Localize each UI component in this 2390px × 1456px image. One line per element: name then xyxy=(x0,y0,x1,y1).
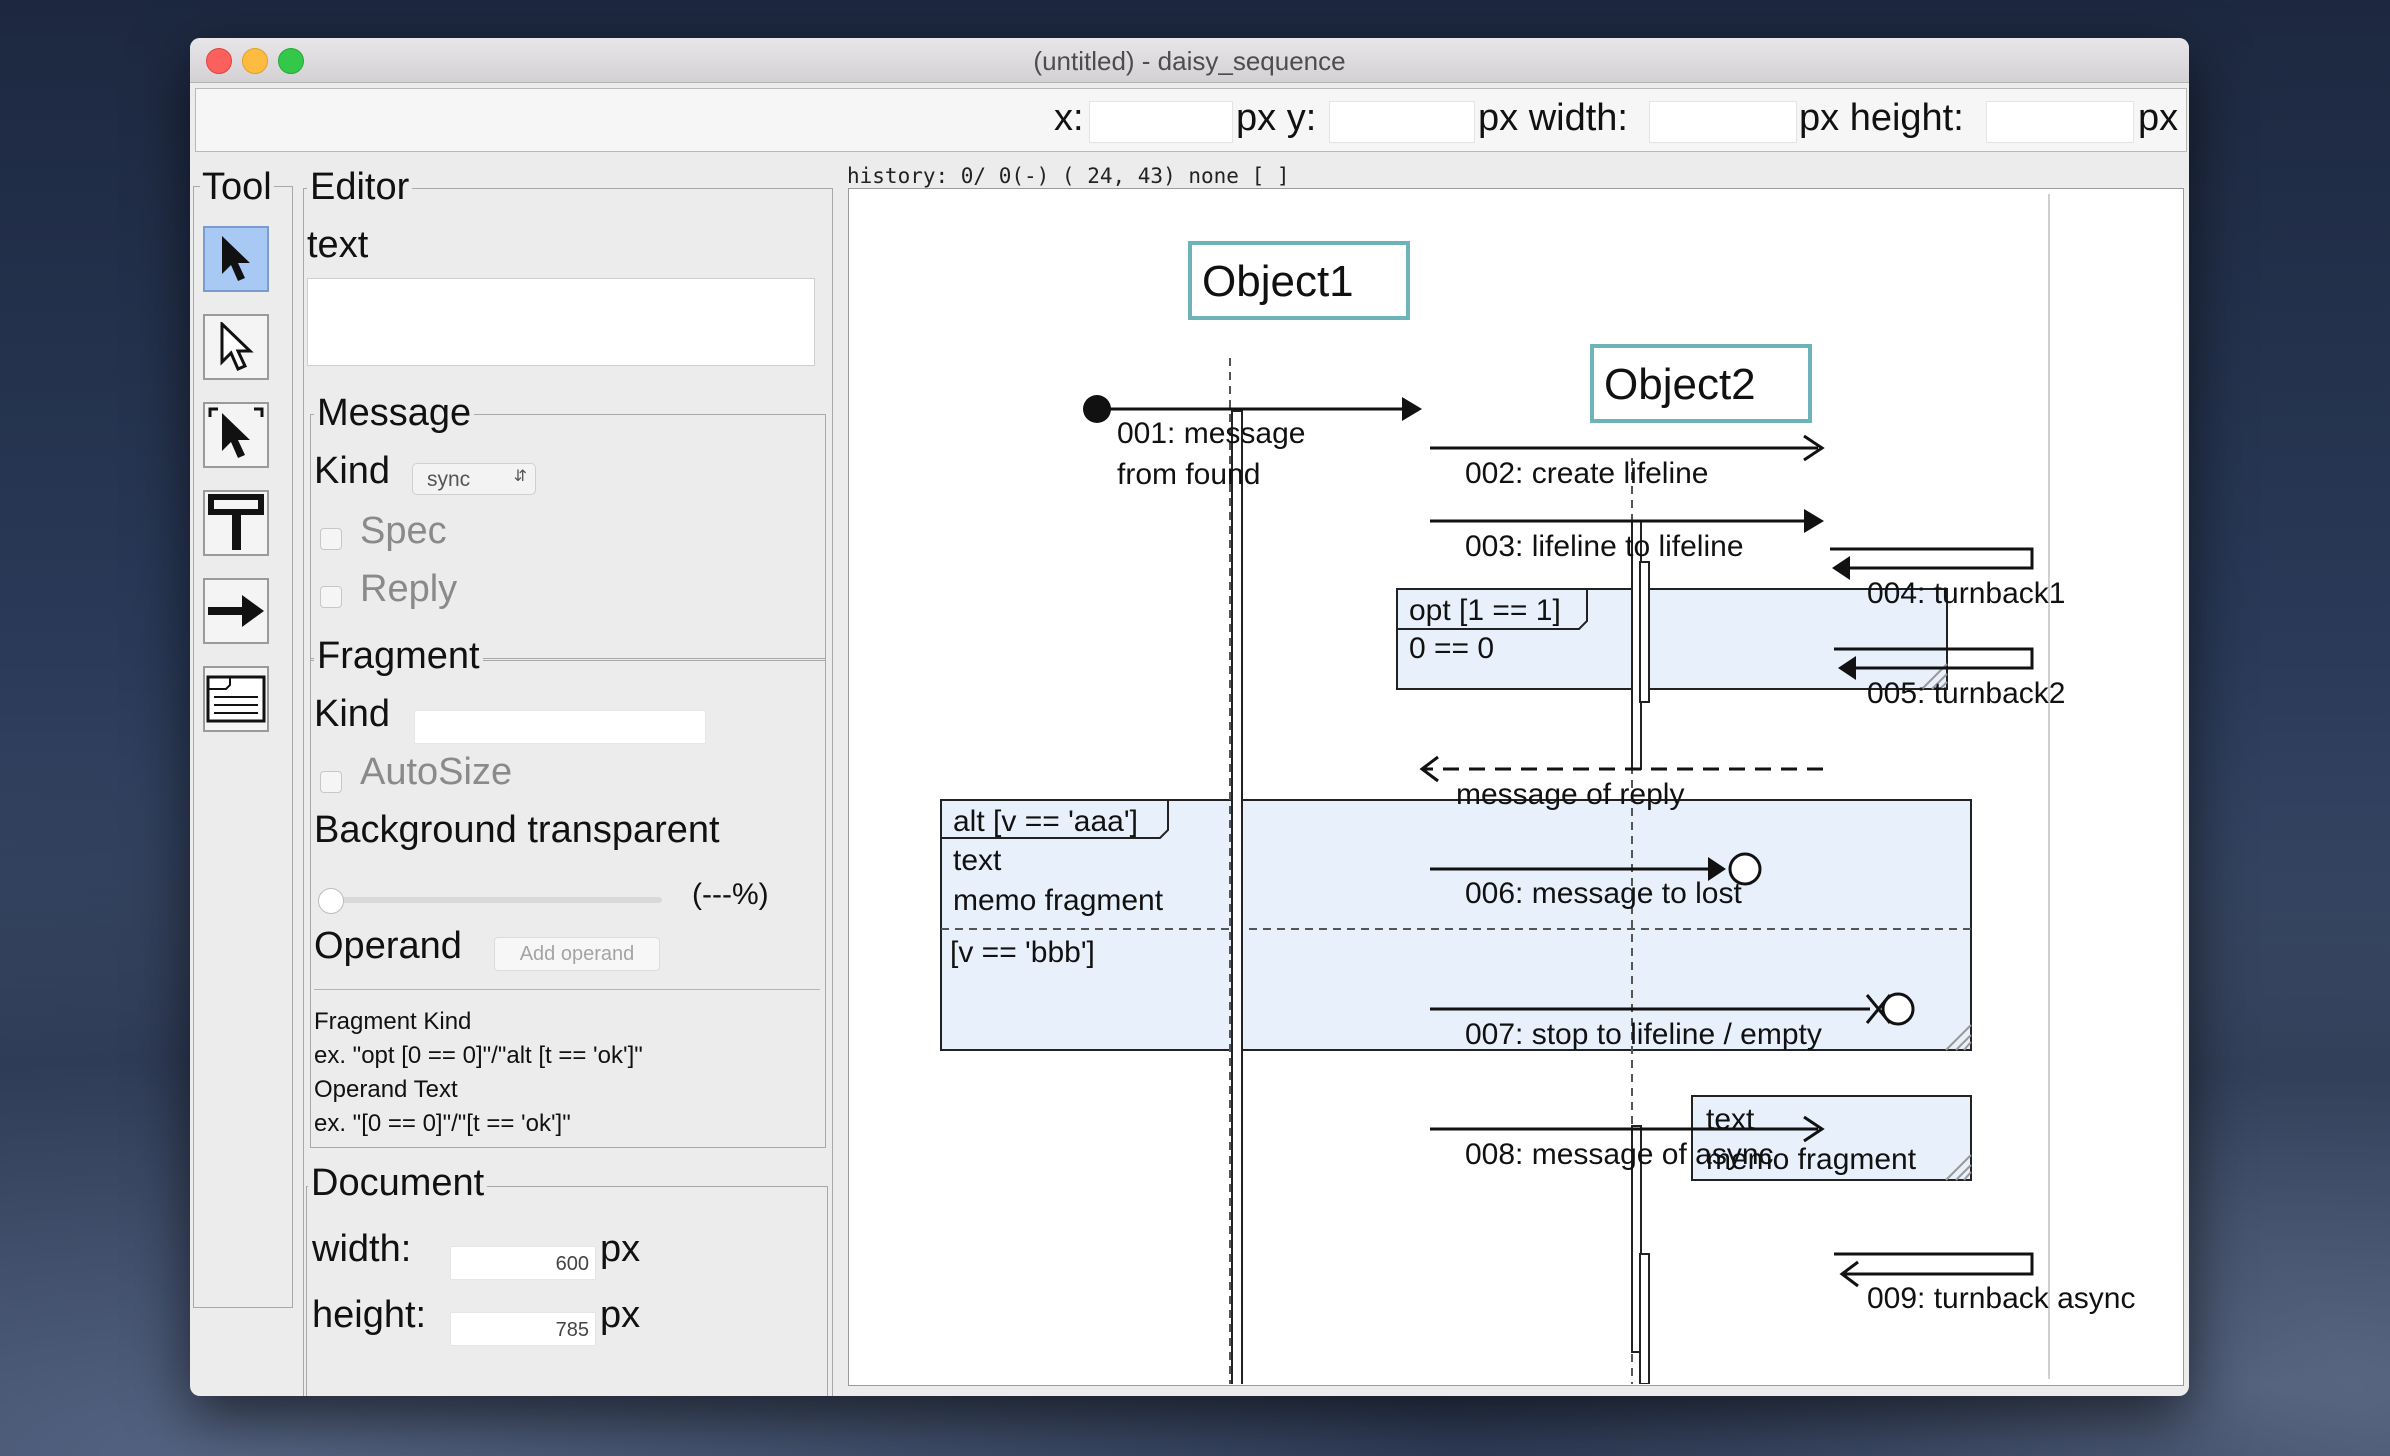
doc-height-label: height: xyxy=(312,1294,427,1336)
spec-label: Spec xyxy=(360,510,447,552)
fragment-kind-input[interactable] xyxy=(414,710,706,744)
message-kind-label: Kind xyxy=(314,450,391,492)
reply-label: Reply xyxy=(360,568,458,610)
object2-activation-2[interactable] xyxy=(1639,561,1650,703)
object1-activation[interactable] xyxy=(1231,410,1243,1384)
window-title: (untitled) - daisy_sequence xyxy=(1033,46,1346,76)
background-slider-track[interactable] xyxy=(320,897,662,903)
x-label: x: xyxy=(1054,97,1084,139)
opt-fragment-title: opt [1 == 1] xyxy=(1409,594,1561,627)
tool-panel-title: Tool xyxy=(200,166,274,209)
fragment-help-4: ex. "[0 == 0]"/"[t == 'ok']" xyxy=(314,1110,571,1137)
message-009-label: 009: turnback async xyxy=(1867,1282,2136,1315)
doc-width-input[interactable]: 600 xyxy=(450,1246,596,1280)
spec-checkbox[interactable] xyxy=(320,528,342,550)
document-group xyxy=(306,1186,828,1396)
autosize-label: AutoSize xyxy=(360,751,513,793)
message-reply-label: message of reply xyxy=(1456,778,1684,811)
width-label: px width: xyxy=(1478,97,1628,139)
editor-title: Editor xyxy=(307,166,413,209)
lifeline-tool-button[interactable] xyxy=(203,490,269,556)
message-kind-value: sync xyxy=(427,468,471,491)
autosize-checkbox[interactable] xyxy=(320,771,342,793)
message-002[interactable]: 002: create lifeline xyxy=(1430,434,1825,490)
alt-fragment[interactable]: alt [v == 'aaa'] text memo fragment [v =… xyxy=(940,799,1972,1051)
document-group-title: Document xyxy=(308,1162,488,1205)
fragment-tool-button[interactable] xyxy=(203,666,269,732)
lifeline-object1[interactable]: Object1 xyxy=(1188,241,1410,320)
message-008-label: 008: message of async xyxy=(1465,1138,1774,1171)
message-group-title: Message xyxy=(314,392,475,435)
message-007-label: 007: stop to lifeline / empty xyxy=(1465,1018,1822,1051)
doc-width-label: width: xyxy=(312,1228,412,1270)
reply-checkbox[interactable] xyxy=(320,586,342,608)
operand-label: Operand xyxy=(314,925,462,967)
height-label: px height: xyxy=(1799,97,1964,139)
alt-fragment-text2: memo fragment xyxy=(953,884,1164,917)
history-status: history: 0/ 0(-) ( 24, 43) none [ ] xyxy=(847,164,1290,188)
fragment-divider xyxy=(314,989,820,990)
fragment-group-title: Fragment xyxy=(314,635,483,678)
message-005-label: 005: turnback2 xyxy=(1867,677,2065,710)
select-bracket-tool-button[interactable] xyxy=(203,402,269,468)
y-input[interactable] xyxy=(1329,101,1475,143)
message-kind-select[interactable]: sync ⇵ xyxy=(412,463,536,495)
background-slider-thumb[interactable] xyxy=(318,888,344,914)
doc-height-input[interactable]: 785 xyxy=(450,1312,596,1346)
select-outline-tool-button[interactable] xyxy=(203,314,269,380)
text-area[interactable] xyxy=(307,278,815,366)
alt-fragment-title: alt [v == 'aaa'] xyxy=(953,805,1138,838)
sequence-diagram[interactable]: opt [1 == 1] 0 == 0 alt [v == 'aaa'] tex… xyxy=(858,196,2180,1384)
text-label: text xyxy=(307,224,369,266)
x-input[interactable] xyxy=(1089,101,1233,143)
memo-fragment-line1: text xyxy=(1706,1103,1755,1136)
add-operand-button[interactable]: Add operand xyxy=(494,937,660,971)
y-label: px y: xyxy=(1236,97,1317,139)
select-tool-button[interactable] xyxy=(203,226,269,292)
message-006-label: 006: message to lost xyxy=(1465,877,1742,910)
select-outline-tool-icon xyxy=(220,322,254,371)
doc-width-px: px xyxy=(600,1228,641,1270)
select-bracket-tool-icon xyxy=(208,407,264,458)
px-label: px xyxy=(2138,97,2179,139)
select-tool-icon xyxy=(222,236,250,281)
lifeline-object1-label: Object1 xyxy=(1202,257,1354,306)
alt-fragment-operand2: [v == 'bbb'] xyxy=(950,936,1095,969)
message-001-label: 001: message xyxy=(1117,417,1305,450)
app-window: (untitled) - daisy_sequence x: px y: px … xyxy=(190,38,2189,1396)
background-transparent-label: Background transparent xyxy=(314,809,720,851)
lifeline-tool-icon xyxy=(208,494,264,550)
message-001-label-2: from found xyxy=(1117,458,1260,491)
message-tool-icon xyxy=(208,595,264,627)
width-input[interactable] xyxy=(1649,101,1797,143)
message-003[interactable]: 003: lifeline to lifeline xyxy=(1430,509,1824,563)
title-bar: (untitled) - daisy_sequence xyxy=(190,38,2189,83)
background-percent: (---%) xyxy=(692,878,769,911)
message-004-label: 004: turnback1 xyxy=(1867,577,2065,610)
alt-fragment-text1: text xyxy=(953,844,1002,877)
opt-fragment-operand: 0 == 0 xyxy=(1409,632,1494,665)
message-003-label: 003: lifeline to lifeline xyxy=(1465,530,1744,563)
message-009[interactable]: 009: turnback async xyxy=(1834,1252,2136,1315)
fragment-help-3: Operand Text xyxy=(314,1076,458,1103)
message-tool-button[interactable] xyxy=(203,578,269,644)
message-002-label: 002: create lifeline xyxy=(1465,457,1709,490)
fragment-help-2: ex. "opt [0 == 0]"/"alt [t == 'ok']" xyxy=(314,1042,643,1069)
lifeline-object2[interactable]: Object2 xyxy=(1590,344,1812,423)
message-001[interactable]: 001: message from found xyxy=(1083,395,1422,491)
select-arrows-icon: ⇵ xyxy=(513,468,527,485)
fragment-kind-label: Kind xyxy=(314,693,391,735)
opt-fragment[interactable]: opt [1 == 1] 0 == 0 xyxy=(1396,588,1948,690)
doc-height-px: px xyxy=(600,1294,641,1336)
coordinate-bar: x: px y: px width: px height: px xyxy=(195,88,2187,152)
object2-activation-4[interactable] xyxy=(1639,1253,1650,1384)
fragment-tool-icon xyxy=(206,675,266,723)
fragment-help-1: Fragment Kind xyxy=(314,1008,472,1035)
lifeline-object2-label: Object2 xyxy=(1604,360,1756,409)
height-input[interactable] xyxy=(1986,101,2134,143)
